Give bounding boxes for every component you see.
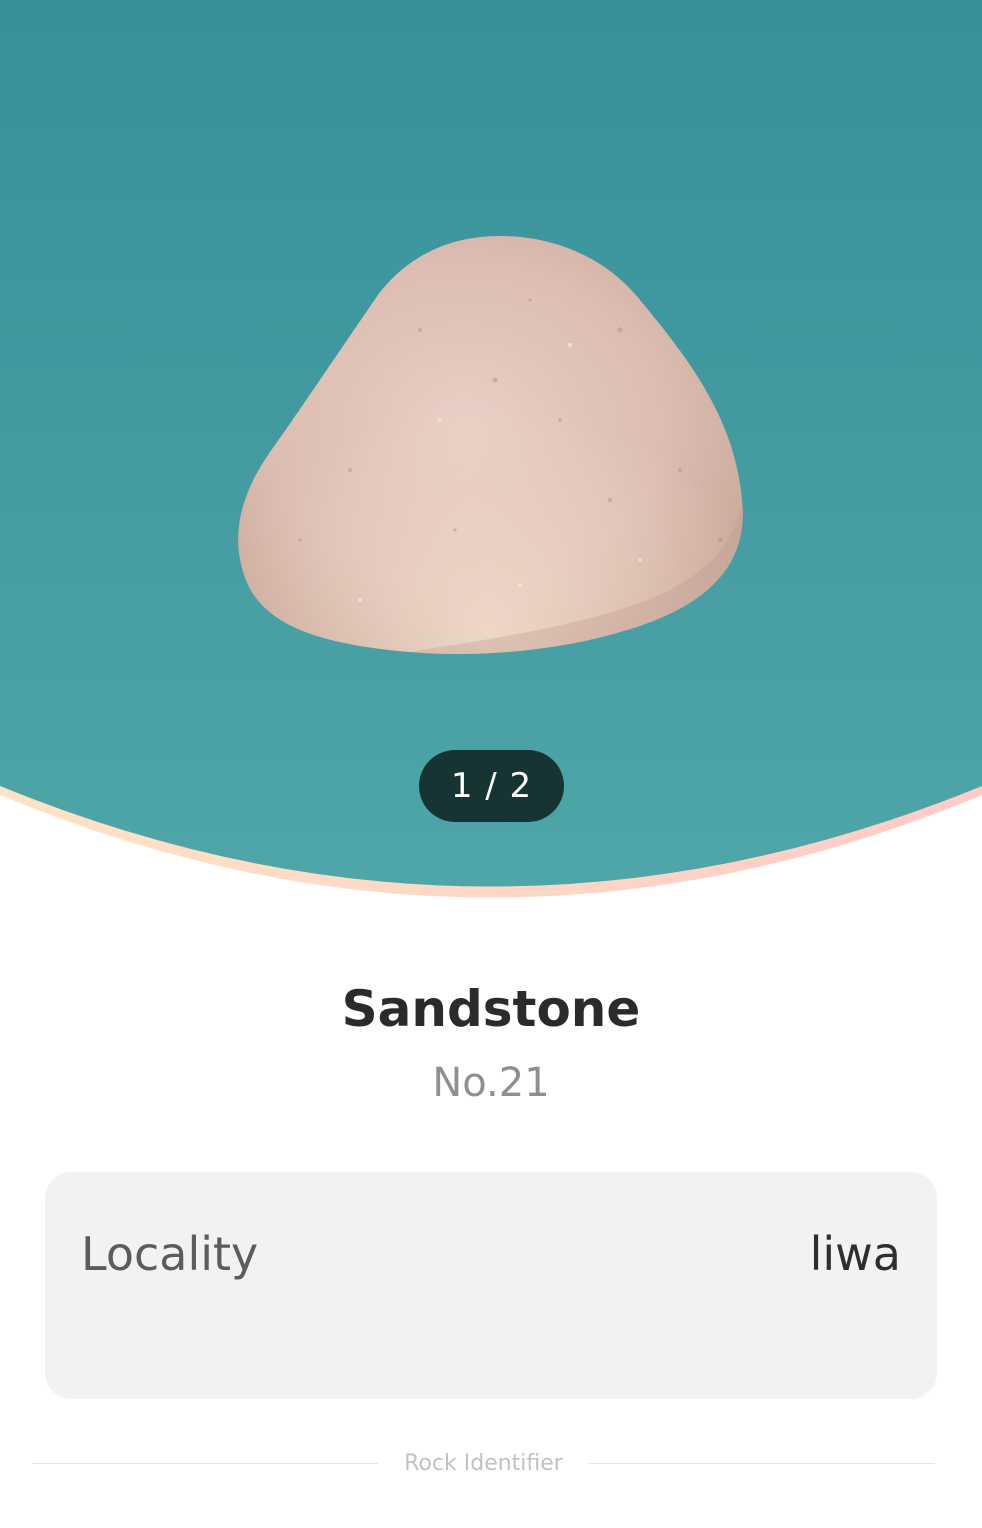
hero-image-carousel[interactable]: 1 / 2: [0, 0, 982, 900]
footer-divider-right: [588, 1462, 936, 1464]
image-pager-indicator: 1 / 2: [419, 750, 564, 822]
rock-name-title: Sandstone: [341, 980, 641, 1038]
footer-watermark: Rock Identifier: [32, 1445, 936, 1481]
details-card: Locality liwa: [45, 1172, 937, 1399]
footer-brand: Rock Identifier: [404, 1450, 563, 1476]
locality-label: Locality: [81, 1227, 259, 1281]
footer-divider-left: [32, 1462, 379, 1464]
rock-number: No.21: [432, 1060, 550, 1106]
pager-text: 1 / 2: [450, 766, 533, 806]
locality-value: liwa: [809, 1227, 901, 1281]
rock-detail-page: 1 / 2 Sandstone No.21 Locality liwa Rock…: [0, 0, 982, 1528]
